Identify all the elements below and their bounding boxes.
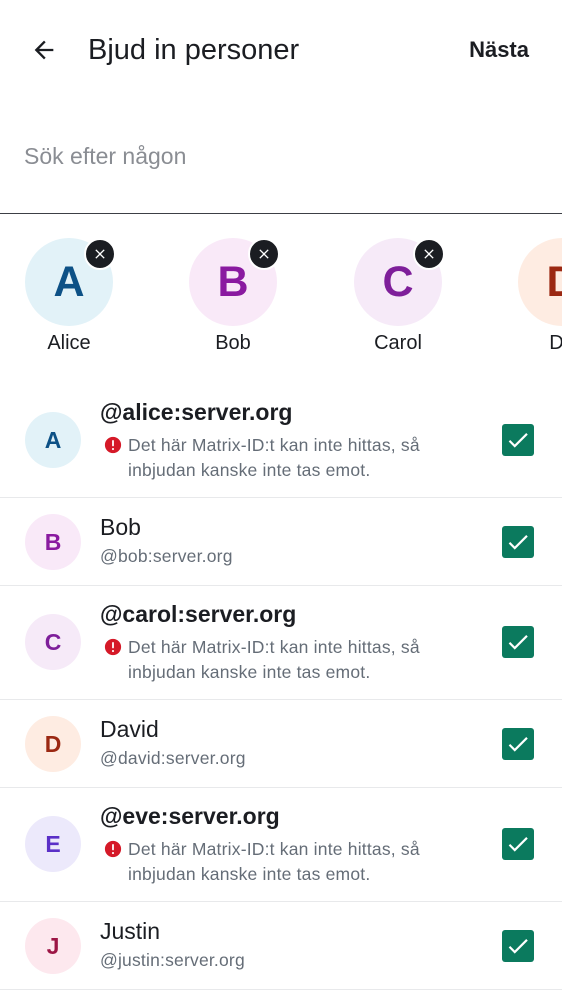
remove-chip-button[interactable] xyxy=(84,238,116,270)
unknown-id-warning: Det här Matrix-ID:t kan inte hittas, så … xyxy=(104,837,458,887)
selected-users-row[interactable]: AAlice BBob CCarol D Da xyxy=(0,214,562,376)
search-input[interactable] xyxy=(24,134,534,178)
error-icon xyxy=(104,436,122,454)
user-title: Bob xyxy=(100,514,141,540)
user-title: @carol:server.org xyxy=(100,601,297,627)
search-field xyxy=(0,112,562,214)
error-icon xyxy=(104,638,122,656)
chip-name: Carol xyxy=(374,332,422,354)
avatar: J xyxy=(25,918,81,974)
unknown-id-warning: Det här Matrix-ID:t kan inte hittas, så … xyxy=(104,635,458,685)
check-icon xyxy=(508,535,528,550)
remove-chip-button[interactable] xyxy=(248,238,280,270)
back-button[interactable] xyxy=(22,28,66,72)
check-icon xyxy=(508,939,528,954)
avatar: D xyxy=(25,716,81,772)
select-checkbox[interactable] xyxy=(502,424,534,456)
chip-name: Alice xyxy=(47,332,91,354)
select-checkbox[interactable] xyxy=(502,526,534,558)
warning-text: Det här Matrix-ID:t kan inte hittas, så … xyxy=(128,435,420,480)
page-title: Bjud in personer xyxy=(88,34,300,66)
check-icon xyxy=(508,737,528,752)
user-id: @david:server.org xyxy=(100,748,246,768)
warning-text: Det här Matrix-ID:t kan inte hittas, så … xyxy=(128,637,420,682)
select-checkbox[interactable] xyxy=(502,930,534,962)
remove-chip-button[interactable] xyxy=(413,238,445,270)
warning-text: Det här Matrix-ID:t kan inte hittas, så … xyxy=(128,839,420,884)
select-checkbox[interactable] xyxy=(502,626,534,658)
select-checkbox[interactable] xyxy=(502,828,534,860)
user-title: David xyxy=(100,716,159,742)
selected-user-chip: A Alice xyxy=(14,238,124,358)
select-checkbox[interactable] xyxy=(502,728,534,760)
user-id: @justin:server.org xyxy=(100,950,245,970)
user-id: @bob:server.org xyxy=(100,546,233,566)
user-row[interactable]: B Bob @bob:server.org xyxy=(0,498,562,586)
user-row[interactable]: A @alice:server.org Det här Matrix-ID:t ka… xyxy=(0,384,562,498)
avatar: B xyxy=(25,514,81,570)
avatar: E xyxy=(25,816,81,872)
user-row[interactable]: J Justin @justin:server.org xyxy=(0,902,562,990)
close-icon xyxy=(95,249,105,259)
next-button[interactable]: Nästa xyxy=(469,33,529,67)
selected-user-chip: B Bob xyxy=(178,238,288,358)
top-app-bar: Bjud in personer Nästa xyxy=(0,0,562,100)
user-row[interactable]: E @eve:server.org Det här Matrix-ID:t kan … xyxy=(0,788,562,902)
user-title: @alice:server.org xyxy=(100,399,293,425)
selected-user-chip: D Da xyxy=(507,238,562,358)
error-icon xyxy=(104,840,122,858)
user-title: @eve:server.org xyxy=(100,803,280,829)
avatar: D xyxy=(518,238,562,326)
close-icon xyxy=(259,249,269,259)
user-row[interactable]: C @carol:server.org Det här Matrix-ID:t ka… xyxy=(0,586,562,700)
user-list: A @alice:server.org Det här Matrix-ID:t ka… xyxy=(0,384,562,990)
unknown-id-warning: Det här Matrix-ID:t kan inte hittas, så … xyxy=(104,433,458,483)
avatar: A xyxy=(25,412,81,468)
close-icon xyxy=(424,249,434,259)
arrow-left-icon xyxy=(34,40,54,60)
check-icon xyxy=(508,433,528,448)
avatar: C xyxy=(25,614,81,670)
chip-name: Bob xyxy=(215,332,251,354)
check-icon xyxy=(508,635,528,650)
user-title: Justin xyxy=(100,918,161,944)
check-icon xyxy=(508,837,528,852)
selected-user-chip: C Carol xyxy=(343,238,453,358)
user-row[interactable]: D David @david:server.org xyxy=(0,700,562,788)
chip-name: Da xyxy=(549,332,562,354)
